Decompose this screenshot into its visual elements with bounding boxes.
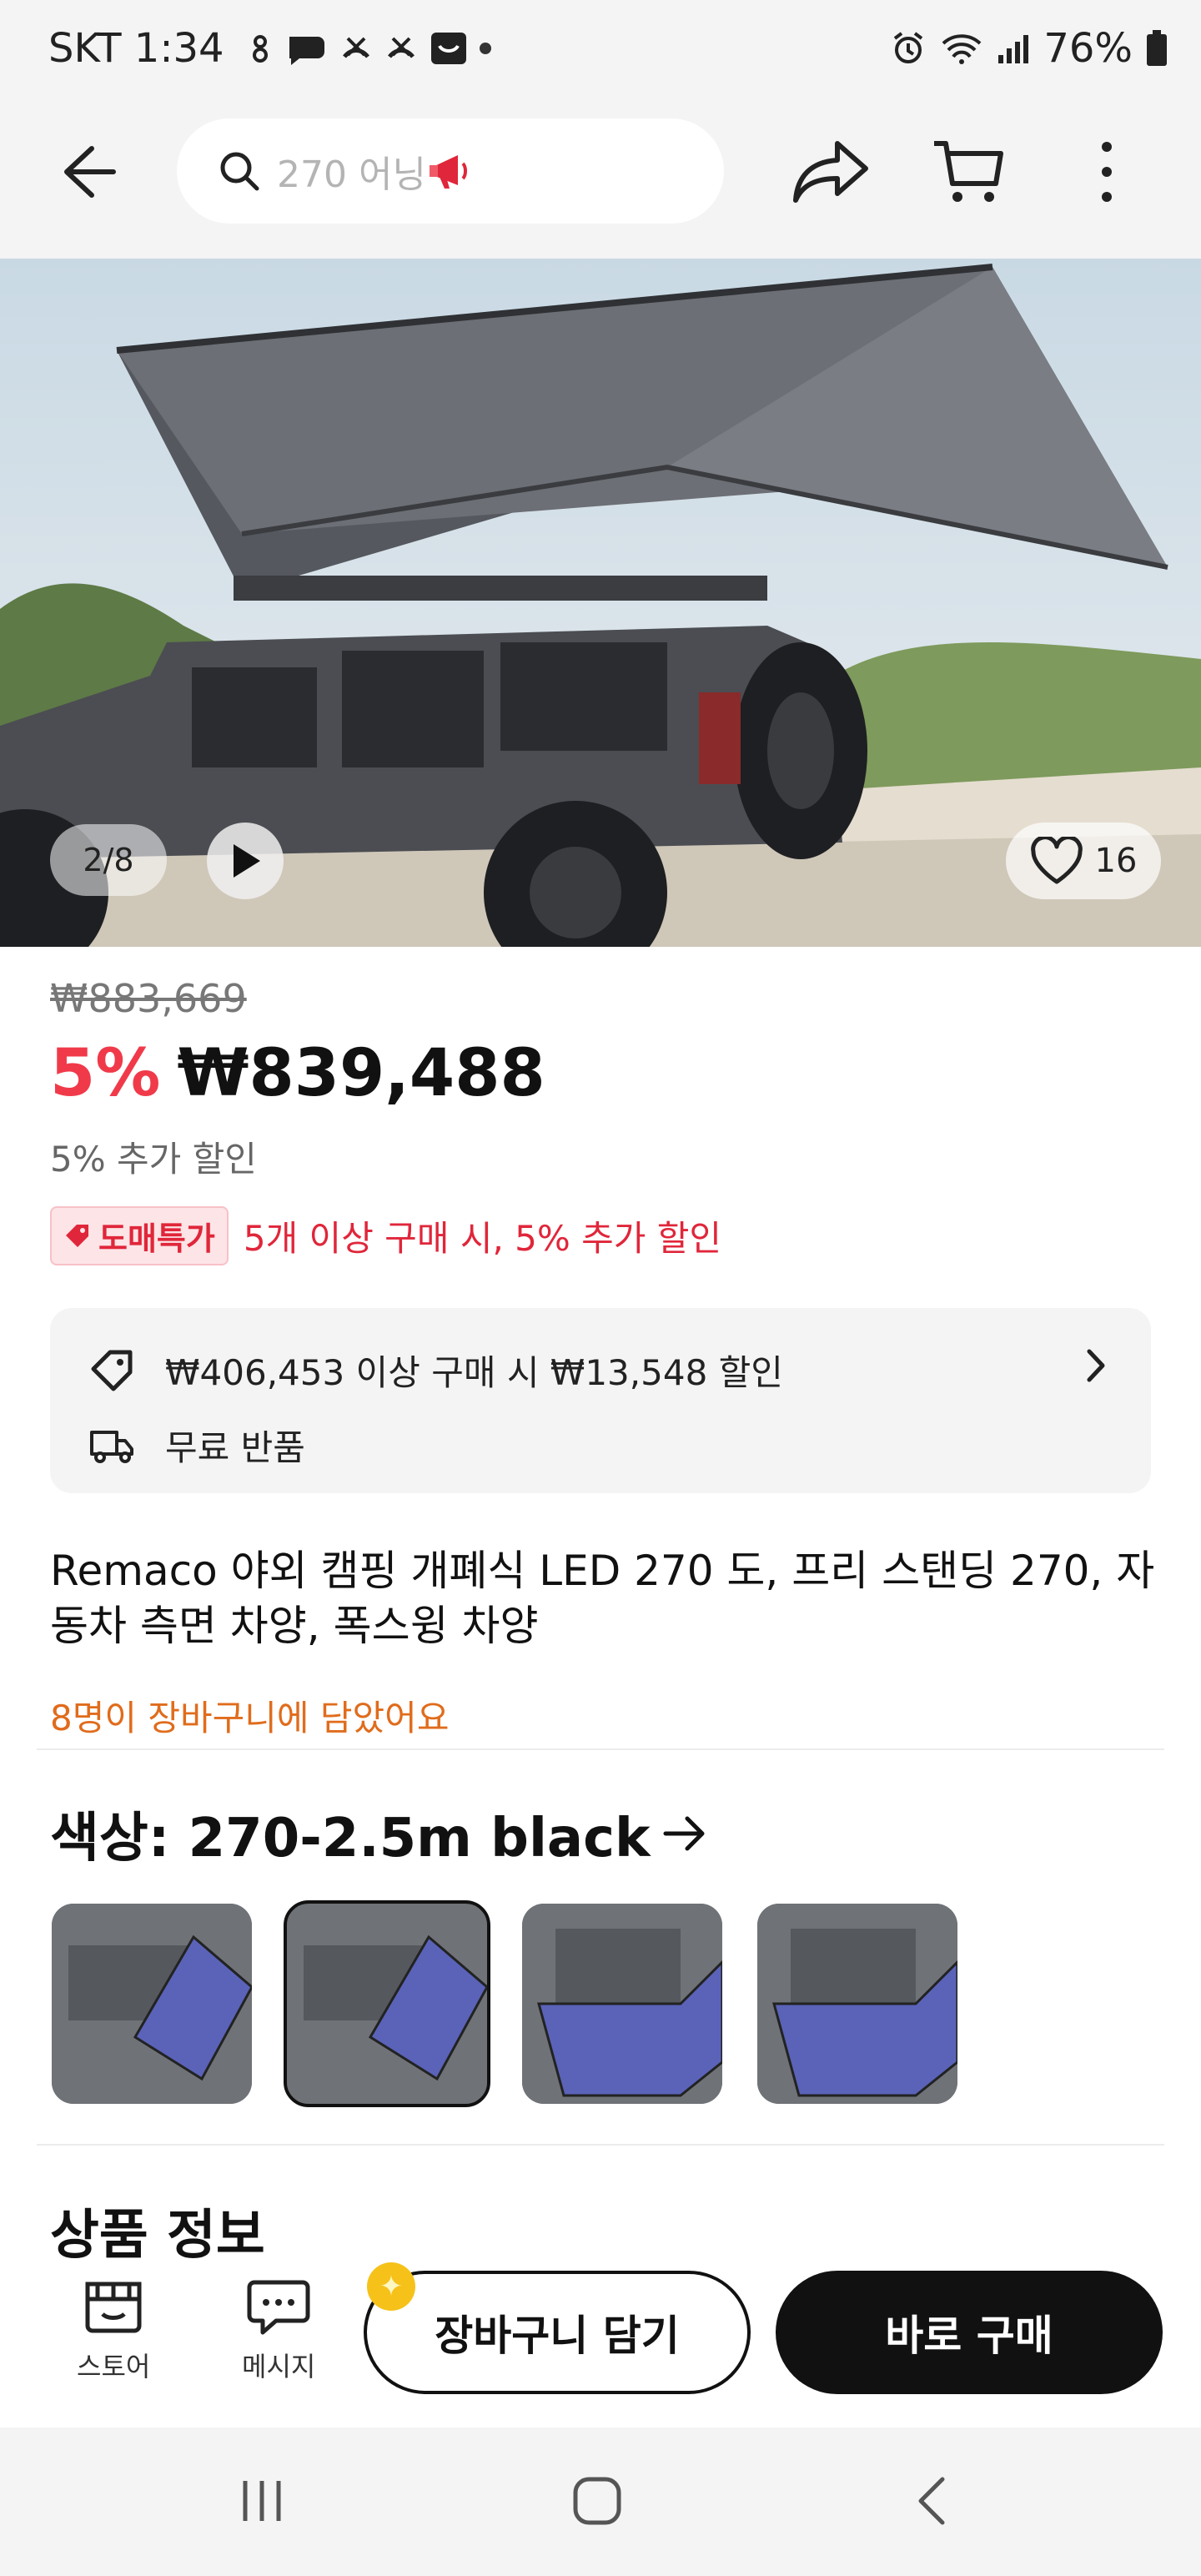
delivery-truck-icon	[90, 1430, 133, 1463]
wholesale-text: 5개 이상 구매 시, 5% 추가 할인	[243, 1218, 722, 1259]
carrier-time: SKT 1:34	[48, 25, 224, 72]
cart-icon	[934, 141, 1003, 202]
color-option-header[interactable]: 색상: 270-2.5m black	[50, 1795, 709, 1872]
notification-icon	[252, 35, 268, 63]
chat-bubble-icon	[289, 37, 324, 65]
add-to-cart-label: 장바구니 담기	[435, 2312, 680, 2360]
store-label: 스토어	[77, 2351, 151, 2382]
like-button[interactable]: 16	[1006, 823, 1161, 899]
product-title: Remaco 야외 캠핑 개폐식 LED 270 도, 프리 스탠딩 270, …	[50, 1547, 1155, 1650]
like-count: 16	[1094, 842, 1138, 880]
recent-apps-icon	[243, 2481, 281, 2521]
app-notification-icon	[430, 33, 466, 64]
store-tab[interactable]: 스토어	[77, 2276, 150, 2384]
missed-call-icon	[342, 37, 369, 58]
search-bar[interactable]: 270 어닝	[177, 118, 724, 224]
discount-percent: 5%	[50, 1036, 161, 1111]
color-thumbnail-2-selected[interactable]	[284, 1900, 490, 2107]
back-arrow-icon	[64, 146, 116, 198]
color-thumbnail-3[interactable]	[522, 1904, 722, 2104]
store-icon	[85, 2282, 142, 2333]
back-button[interactable]	[52, 138, 118, 209]
awning-diagram-image	[287, 1904, 487, 2104]
play-video-button[interactable]	[207, 823, 284, 899]
message-label: 메시지	[242, 2351, 316, 2382]
battery-icon	[1147, 30, 1167, 66]
play-icon	[234, 844, 260, 878]
recent-apps-button[interactable]	[237, 2476, 287, 2529]
product-info-header[interactable]: 상품 정보	[50, 2192, 265, 2269]
image-counter: 2/8	[50, 824, 167, 896]
home-button[interactable]	[570, 2474, 624, 2531]
tag-icon	[66, 1224, 88, 1247]
awning-diagram-image	[757, 1904, 957, 2104]
share-button[interactable]	[789, 133, 872, 214]
system-back-button[interactable]	[909, 2474, 959, 2531]
alarm-icon	[894, 32, 923, 63]
free-return-row: 무료 반품	[88, 1420, 305, 1471]
sale-price: ₩839,488	[177, 1036, 545, 1111]
more-vertical-icon	[1102, 142, 1112, 202]
wholesale-badge-label: 도매특가	[98, 1220, 215, 1257]
more-notifications-dot	[479, 43, 491, 54]
divider	[37, 1748, 1164, 1750]
heart-icon	[1030, 837, 1083, 884]
original-price: ₩883,669	[50, 976, 247, 1021]
coupon-text: ₩406,453 이상 구매 시 ₩13,548 할인	[165, 1352, 783, 1393]
buy-now-button[interactable]: 바로 구매	[776, 2271, 1163, 2394]
product-info-label: 상품 정보	[50, 2205, 265, 2267]
share-icon	[793, 141, 868, 203]
add-to-cart-button[interactable]: 장바구니 담기	[364, 2271, 751, 2394]
cart-button[interactable]	[929, 133, 1006, 214]
missed-call-icon-2	[387, 37, 415, 58]
system-back-icon	[918, 2477, 945, 2525]
color-option-label: 색상: 270-2.5m black	[50, 1808, 651, 1869]
awning-diagram-image	[52, 1904, 252, 2104]
wholesale-row: 도매특가 5개 이상 구매 시, 5% 추가 할인	[50, 1206, 721, 1265]
search-placeholder: 270 어닝	[277, 153, 426, 196]
more-menu-button[interactable]	[1086, 137, 1128, 210]
wholesale-badge: 도매특가	[50, 1206, 229, 1265]
buy-now-label: 바로 구매	[885, 2312, 1053, 2360]
megaphone-icon	[429, 155, 467, 189]
message-tab[interactable]: 메시지	[242, 2276, 315, 2384]
coupon-chevron-button[interactable]	[1079, 1345, 1113, 1390]
free-return-text: 무료 반품	[165, 1427, 305, 1468]
arrow-right-icon	[663, 1816, 705, 1851]
battery-percent: 76%	[1043, 25, 1133, 72]
cart-count-text: 8명이 장바구니에 담았어요	[50, 1698, 450, 1738]
chevron-right-icon	[1087, 1349, 1105, 1382]
price-row: 5% ₩839,488	[50, 1036, 545, 1111]
home-icon	[573, 2477, 621, 2525]
notification-icons	[248, 29, 491, 68]
coupon-row[interactable]: ₩406,453 이상 구매 시 ₩13,548 할인	[88, 1345, 783, 1396]
divider	[37, 2144, 1164, 2146]
status-left: SKT 1:34	[48, 25, 491, 72]
coin-badge-icon: ✦	[367, 2262, 415, 2311]
wifi-icon	[942, 34, 982, 64]
color-thumbnail-4[interactable]	[757, 1904, 957, 2104]
coupon-tag-icon	[91, 1350, 133, 1391]
search-icon	[220, 152, 259, 191]
signal-icon	[998, 35, 1029, 63]
message-icon	[247, 2280, 310, 2335]
status-right: 76%	[890, 25, 1168, 72]
awning-diagram-image	[522, 1904, 722, 2104]
color-thumbnail-1[interactable]	[52, 1904, 252, 2104]
extra-discount-text: 5% 추가 할인	[50, 1139, 257, 1180]
